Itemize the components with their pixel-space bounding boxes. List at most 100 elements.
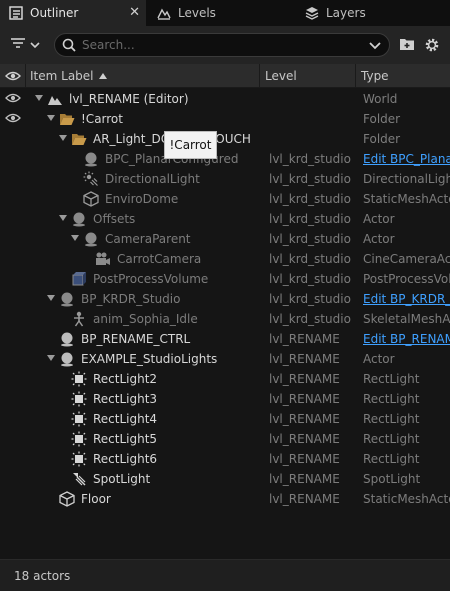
actor-icon <box>59 291 75 307</box>
sort-ascending-icon <box>98 73 107 79</box>
filter-button[interactable] <box>10 36 40 53</box>
tab-outliner[interactable]: Outliner ✕ <box>0 0 146 26</box>
expand-arrow-icon[interactable] <box>59 215 67 221</box>
row-type: RectLight <box>363 412 420 426</box>
row-type: PostProcessVolume <box>363 272 450 286</box>
edit-blueprint-link[interactable]: Edit BP_RENAME_CTRL <box>363 332 450 346</box>
column-item-label[interactable]: Item Label <box>30 64 107 88</box>
row-level: lvl_RENAME <box>269 492 340 506</box>
row-label: CameraParent <box>105 232 191 246</box>
tree-row-rect-light-3[interactable]: RectLight3 lvl_RENAME RectLight <box>0 389 450 409</box>
tree-row-world[interactable]: lvl_RENAME (Editor) World <box>0 89 450 109</box>
row-level: lvl_krd_studio <box>269 152 351 166</box>
expand-arrow-icon[interactable] <box>71 235 79 241</box>
layers-icon <box>304 5 320 21</box>
tree-row-carrot-folder[interactable]: !Carrot Folder <box>0 109 450 129</box>
row-type: RectLight <box>363 452 420 466</box>
tree-row-offsets[interactable]: Offsets lvl_krd_studio Actor <box>0 209 450 229</box>
column-header: Item Label Level Type <box>0 64 450 88</box>
row-level: lvl_RENAME <box>269 452 340 466</box>
row-label: SpotLight <box>93 472 151 486</box>
folder-open-icon <box>71 131 87 147</box>
visibility-eye-icon[interactable] <box>5 92 21 106</box>
row-type: SpotLight <box>363 472 421 486</box>
spot-light-icon <box>71 471 87 487</box>
static-mesh-icon <box>83 191 99 207</box>
visibility-eye-icon[interactable] <box>5 112 21 126</box>
tree-row-camera-parent[interactable]: CameraParent lvl_krd_studio Actor <box>0 229 450 249</box>
tree-row-carrot-camera[interactable]: CarrotCamera lvl_krd_studio CineCameraAc… <box>0 249 450 269</box>
tree-row-post-process-volume[interactable]: PostProcessVolume lvl_krd_studio PostPro… <box>0 269 450 289</box>
row-type: SkeletalMeshActor <box>363 312 450 326</box>
tree-row-example-studio-lights[interactable]: EXAMPLE_StudioLights lvl_RENAME Actor <box>0 349 450 369</box>
search-input[interactable] <box>82 38 362 52</box>
expand-arrow-icon[interactable] <box>47 355 55 361</box>
tree-row-anim-sophia-idle[interactable]: anim_Sophia_Idle lvl_krd_studio Skeletal… <box>0 309 450 329</box>
rect-light-icon <box>71 391 87 407</box>
row-label: PostProcessVolume <box>93 272 209 286</box>
rect-light-icon <box>71 431 87 447</box>
skeletal-mesh-icon <box>71 311 87 327</box>
tab-layers[interactable]: Layers <box>304 0 424 26</box>
row-label: BP_RENAME_CTRL <box>81 332 191 346</box>
row-level: lvl_RENAME <box>269 372 340 386</box>
visibility-column-icon[interactable] <box>5 64 21 88</box>
tree-row-floor[interactable]: Floor lvl_RENAME StaticMeshActor <box>0 489 450 509</box>
tree-row-rect-light-5[interactable]: RectLight5 lvl_RENAME RectLight <box>0 429 450 449</box>
directional-light-icon <box>83 171 99 187</box>
search-box[interactable] <box>54 33 390 57</box>
settings-gear-icon[interactable] <box>424 37 440 53</box>
column-level[interactable]: Level <box>265 64 297 88</box>
tree-row-rect-light-6[interactable]: RectLight6 lvl_RENAME RectLight <box>0 449 450 469</box>
row-label: RectLight6 <box>93 452 158 466</box>
outliner-icon <box>8 5 24 21</box>
filter-icon <box>10 36 26 53</box>
search-icon <box>62 38 76 52</box>
levels-icon <box>156 5 172 21</box>
row-label: lvl_RENAME (Editor) <box>69 92 189 106</box>
tree-row-bpc-planar[interactable]: BPC_PlanarConfigured lvl_krd_studio Edit… <box>0 149 450 169</box>
row-label: CarrotCamera <box>117 252 202 266</box>
close-icon[interactable]: ✕ <box>129 5 140 20</box>
tree-row-envirodome[interactable]: EnviroDome lvl_krd_studio StaticMeshActo… <box>0 189 450 209</box>
edit-blueprint-link[interactable]: Edit BPC_Planar <box>363 152 450 166</box>
outliner-tree: lvl_RENAME (Editor) World !Carrot Folder… <box>0 89 450 509</box>
row-level: lvl_krd_studio <box>269 192 351 206</box>
row-type: Folder <box>363 112 401 126</box>
row-level: lvl_RENAME <box>269 392 340 406</box>
row-label: RectLight5 <box>93 432 158 446</box>
chevron-down-icon <box>30 38 40 52</box>
expand-arrow-icon[interactable] <box>47 115 55 121</box>
actor-icon <box>59 351 75 367</box>
volume-icon <box>71 271 87 287</box>
row-level: lvl_krd_studio <box>269 292 351 306</box>
row-type: StaticMeshActor <box>363 492 450 506</box>
tree-row-bp-rename-ctrl[interactable]: BP_RENAME_CTRL lvl_RENAME Edit BP_RENAME… <box>0 329 450 349</box>
row-type: Actor <box>363 352 395 366</box>
row-type: World <box>363 92 398 106</box>
tree-row-bp-krdr-studio[interactable]: BP_KRDR_Studio lvl_krd_studio Edit BP_KR… <box>0 289 450 309</box>
tree-row-rect-light-2[interactable]: RectLight2 lvl_RENAME RectLight <box>0 369 450 389</box>
tree-row-spot-light[interactable]: SpotLight lvl_RENAME SpotLight <box>0 469 450 489</box>
actor-icon <box>83 151 99 167</box>
row-level: lvl_RENAME <box>269 432 340 446</box>
edit-blueprint-link[interactable]: Edit BP_KRDR_Studio <box>363 292 450 306</box>
column-type[interactable]: Type <box>361 64 389 88</box>
actor-count: 18 actors <box>14 568 71 583</box>
tree-row-rect-light-4[interactable]: RectLight4 lvl_RENAME RectLight <box>0 409 450 429</box>
row-type: RectLight <box>363 432 420 446</box>
tab-levels[interactable]: Levels <box>156 0 276 26</box>
expand-arrow-icon[interactable] <box>59 135 67 141</box>
expand-arrow-icon[interactable] <box>47 295 55 301</box>
row-label: EnviroDome <box>105 192 179 206</box>
status-bar: 18 actors <box>0 559 450 591</box>
tree-row-ar-light-folder[interactable]: AR_Light_DO_NOT_TOUCH Folder <box>0 129 450 149</box>
tab-outliner-label: Outliner <box>30 6 79 20</box>
expand-arrow-icon[interactable] <box>35 95 43 101</box>
tree-row-directional-light[interactable]: DirectionalLight lvl_krd_studio Directio… <box>0 169 450 189</box>
search-options-chevron-icon[interactable] <box>369 39 381 53</box>
add-folder-icon[interactable] <box>399 37 415 53</box>
hover-tooltip: !Carrot <box>164 131 217 159</box>
folder-open-icon <box>59 111 75 127</box>
actor-icon <box>83 231 99 247</box>
